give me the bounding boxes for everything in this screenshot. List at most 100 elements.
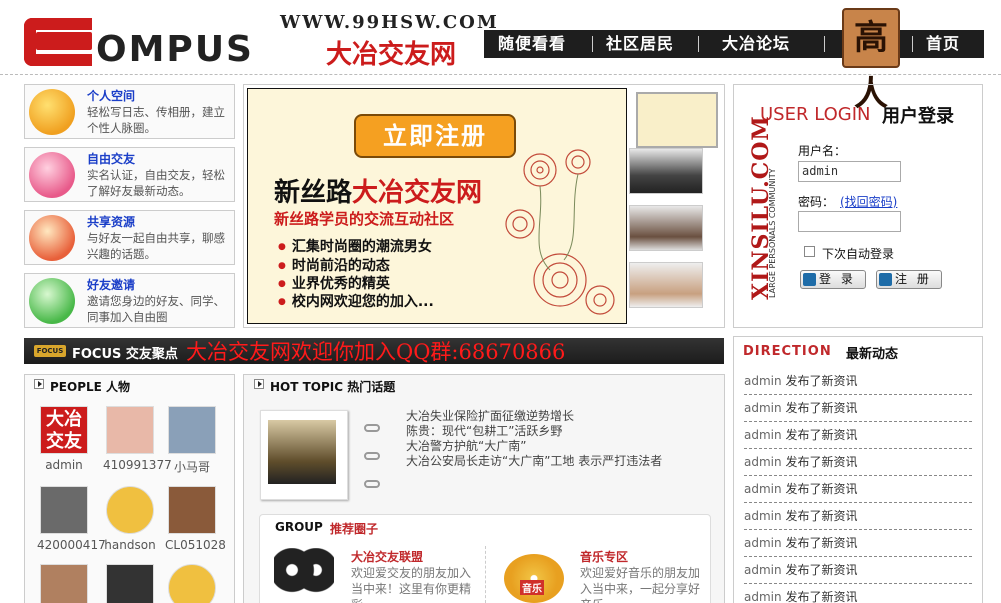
direction-user[interactable]: admin <box>744 563 782 577</box>
feature-personal-space[interactable]: 个人空间 轻松写日志、传相册，建立个性人脉圈。 <box>24 84 235 139</box>
direction-action: 发布了新资讯 <box>785 590 858 603</box>
person-card[interactable]: 410991377 <box>103 406 172 472</box>
section-arrow-icon <box>254 379 264 389</box>
logo-word: OMPUS <box>96 29 254 70</box>
invite-envelope-icon <box>29 278 75 324</box>
person-card[interactable]: handson <box>103 486 157 552</box>
banner-thumb[interactable] <box>629 205 703 251</box>
direction-action: 发布了新资讯 <box>785 482 858 496</box>
banner-subtitle: 新丝路学员的交流互动社区 <box>274 210 455 228</box>
direction-item[interactable]: admin 发布了新资讯 <box>744 503 972 530</box>
brand-vertical-sub: LARGE PERSONALS COMMUNITY <box>768 168 777 298</box>
person-card[interactable]: 大冶交友 admin <box>37 406 91 472</box>
direction-item[interactable]: admin 发布了新资讯 <box>744 368 972 395</box>
person-card[interactable]: CL051028 <box>165 486 226 552</box>
nav-suibian[interactable]: 随便看看 <box>498 30 566 58</box>
avatar[interactable]: 大冶交友 <box>40 406 88 454</box>
feature-invite-friends[interactable]: 好友邀请 邀请您身边的好友、同学、同事加入自由圈 <box>24 273 235 328</box>
nav-luntan[interactable]: 大冶论坛 <box>722 30 790 58</box>
group-title-cn: 推荐圈子 <box>330 522 379 536</box>
username-label: 用户名： <box>798 144 847 158</box>
direction-item[interactable]: admin 发布了新资讯 <box>744 395 972 422</box>
person-name[interactable]: handson <box>103 538 157 552</box>
avatar[interactable] <box>106 406 154 454</box>
direction-user[interactable]: admin <box>744 536 782 550</box>
main-nav: 随便看看 社区居民 大冶论坛 首页 <box>484 30 984 58</box>
direction-user[interactable]: admin <box>744 401 782 415</box>
avatar[interactable] <box>168 564 216 603</box>
group-item-desc: 欢迎爱交友的朋友加入当中来！这里有你更精彩 <box>351 566 472 603</box>
banner-thumb[interactable] <box>629 148 703 194</box>
login-button[interactable]: 登 录 <box>800 270 866 289</box>
people-title: PEOPLE 人物 <box>50 380 131 394</box>
person-name[interactable]: 410991377 <box>103 458 172 472</box>
feature-title[interactable]: 个人空间 <box>87 87 135 104</box>
feature-title[interactable]: 自由交友 <box>87 150 135 167</box>
direction-item[interactable]: admin 发布了新资讯 <box>744 557 972 584</box>
group-item-title[interactable]: 音乐专区 <box>580 548 628 565</box>
person-name[interactable]: 420000417 <box>37 538 106 552</box>
avatar[interactable] <box>168 486 216 534</box>
person-card[interactable] <box>103 564 157 603</box>
person-card[interactable]: 420000417 <box>37 486 106 552</box>
hot-topic-link[interactable]: 大冶公安局长走访“大广南”工地 表示严打违法者 <box>406 452 662 469</box>
avatar[interactable] <box>40 486 88 534</box>
banner-thumb[interactable] <box>629 262 703 308</box>
direction-user[interactable]: admin <box>744 455 782 469</box>
nav-shequ[interactable]: 社区居民 <box>606 30 674 58</box>
login-title-cn: 用户登录 <box>882 106 954 127</box>
avatar[interactable] <box>106 486 154 534</box>
person-name[interactable]: admin <box>37 458 91 472</box>
direction-item[interactable]: admin 发布了新资讯 <box>744 449 972 476</box>
avatar[interactable] <box>40 564 88 603</box>
gaoren-box-icon[interactable]: 高人 <box>842 8 900 114</box>
direction-item[interactable]: admin 发布了新资讯 <box>744 422 972 449</box>
binder-ring-icon <box>364 424 380 432</box>
direction-action: 发布了新资讯 <box>785 401 858 415</box>
group-item-title[interactable]: 大冶交友联盟 <box>351 548 423 565</box>
section-arrow-icon <box>34 379 44 389</box>
group-divider <box>485 546 486 603</box>
avatar[interactable] <box>106 564 154 603</box>
direction-user[interactable]: admin <box>744 590 782 603</box>
person-name[interactable]: CL051028 <box>165 538 226 552</box>
password-input[interactable] <box>798 211 901 232</box>
nav-separator <box>592 36 593 52</box>
feature-title[interactable]: 好友邀请 <box>87 276 135 293</box>
direction-item[interactable]: admin 发布了新资讯 <box>744 530 972 557</box>
banner-thumb-active[interactable] <box>636 92 718 148</box>
music-label: 音乐 <box>520 580 544 595</box>
direction-title-en: DIRECTION <box>743 344 832 359</box>
forgot-password-link[interactable]: (找回密码) <box>840 193 897 210</box>
feature-desc: 邀请您身边的好友、同学、同事加入自由圈 <box>87 294 225 324</box>
direction-action: 发布了新资讯 <box>785 455 858 469</box>
person-card[interactable] <box>165 564 219 603</box>
direction-user[interactable]: admin <box>744 428 782 442</box>
nav-home[interactable]: 首页 <box>926 30 960 58</box>
focus-marquee[interactable]: 大冶交友网欢迎你加入QQ群:68670866 <box>186 336 565 366</box>
person-card[interactable]: 小马哥 <box>165 406 219 475</box>
penguin-group-icon[interactable] <box>274 548 334 603</box>
feature-share-resources[interactable]: 共享资源 与好友一起自由共享，聊感兴趣的话题。 <box>24 210 235 265</box>
person-card[interactable] <box>37 564 91 603</box>
direction-user[interactable]: admin <box>744 374 782 388</box>
feature-free-friends[interactable]: 自由交友 实名认证，自由交友，轻松了解好友最新动态。 <box>24 147 235 202</box>
logo-url: WWW.99HSW.COM <box>280 12 499 33</box>
direction-user[interactable]: admin <box>744 482 782 496</box>
hot-topic-photo[interactable] <box>268 420 336 484</box>
direction-action: 发布了新资讯 <box>785 509 858 523</box>
direction-action: 发布了新资讯 <box>785 563 858 577</box>
register-button[interactable]: 注 册 <box>876 270 942 289</box>
feature-title[interactable]: 共享资源 <box>87 213 135 230</box>
remember-label: 下次自动登录 <box>822 247 895 261</box>
direction-item[interactable]: admin 发布了新资讯 <box>744 476 972 503</box>
direction-user[interactable]: admin <box>744 509 782 523</box>
person-name[interactable]: 小马哥 <box>165 458 219 475</box>
music-cd-icon[interactable] <box>504 554 564 603</box>
avatar[interactable] <box>168 406 216 454</box>
username-input[interactable]: admin <box>798 161 901 182</box>
remember-checkbox[interactable] <box>804 246 815 257</box>
direction-item[interactable]: admin 发布了新资讯 <box>744 584 972 603</box>
direction-action: 发布了新资讯 <box>785 428 858 442</box>
register-now-button[interactable]: 立即注册 <box>354 114 516 158</box>
